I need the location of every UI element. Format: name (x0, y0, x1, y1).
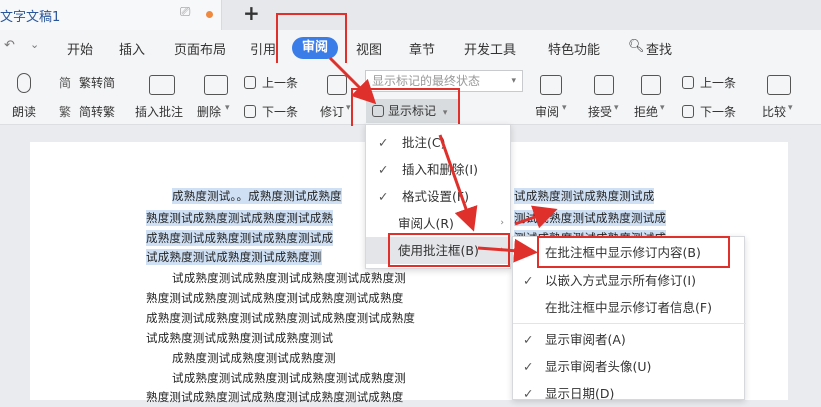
arrow-to-show-marks (328, 56, 377, 105)
arrow-to-text (514, 205, 558, 229)
arrow-to-submenu-item (477, 238, 538, 263)
arrow-to-use-balloons (438, 134, 478, 232)
guide-arrows (328, 56, 558, 263)
